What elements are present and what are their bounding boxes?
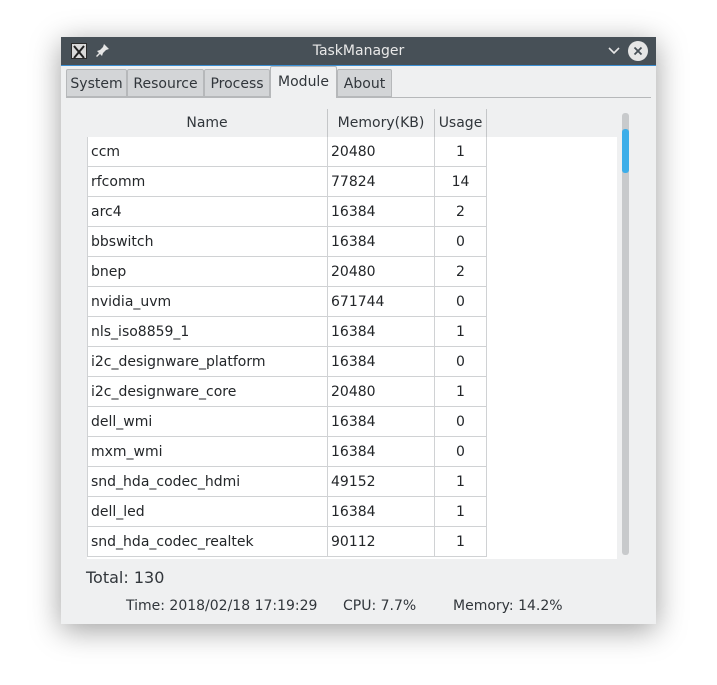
cell-memory: 16384 — [328, 347, 435, 377]
pin-icon[interactable] — [95, 42, 111, 58]
status-cpu: CPU: 7.7% — [343, 598, 417, 614]
cell-memory: 671744 — [328, 287, 435, 317]
cell-memory: 16384 — [328, 317, 435, 347]
cell-memory: 16384 — [328, 227, 435, 257]
cell-usage: 1 — [435, 527, 487, 557]
scrollbar-handle[interactable] — [622, 129, 629, 173]
cell-memory: 90112 — [328, 527, 435, 557]
cell-name: i2c_designware_core — [87, 377, 328, 407]
cell-name: dell_wmi — [87, 407, 328, 437]
cell-name: bbswitch — [87, 227, 328, 257]
cell-memory: 77824 — [328, 167, 435, 197]
module-table[interactable]: Name Memory(KB) Usage ccm 20480 1 rfcomm 778… — [87, 109, 617, 559]
cell-usage: 1 — [435, 137, 487, 167]
cell-name: ccm — [87, 137, 328, 167]
tab-module[interactable]: Module — [270, 66, 337, 98]
close-icon — [633, 46, 643, 56]
cell-name: nls_iso8859_1 — [87, 317, 328, 347]
tab-process[interactable]: Process — [204, 69, 270, 97]
cell-usage: 1 — [435, 317, 487, 347]
cell-usage: 0 — [435, 407, 487, 437]
app-icon[interactable] — [71, 43, 87, 59]
cell-name: nvidia_uvm — [87, 287, 328, 317]
total-count: Total: 130 — [86, 568, 165, 587]
vertical-scrollbar[interactable] — [622, 113, 629, 555]
cell-usage: 0 — [435, 227, 487, 257]
cell-memory: 20480 — [328, 257, 435, 287]
cell-name: i2c_designware_platform — [87, 347, 328, 377]
header-filler — [487, 109, 617, 137]
cell-memory: 20480 — [328, 137, 435, 167]
cell-name: snd_hda_codec_realtek — [87, 527, 328, 557]
task-manager-window: TaskManager System Resource Process Modu… — [61, 37, 656, 624]
cell-memory: 20480 — [328, 377, 435, 407]
cell-usage: 1 — [435, 497, 487, 527]
title-bar[interactable]: TaskManager — [61, 37, 656, 66]
cell-name: snd_hda_codec_hdmi — [87, 467, 328, 497]
tab-system[interactable]: System — [66, 69, 127, 97]
x-logo-icon — [73, 45, 85, 59]
window-title: TaskManager — [312, 43, 405, 59]
column-header-name[interactable]: Name — [87, 109, 328, 137]
tab-resource[interactable]: Resource — [127, 69, 204, 97]
cell-name: rfcomm — [87, 167, 328, 197]
status-time: Time: 2018/02/18 17:19:29 — [126, 598, 318, 614]
column-header-usage[interactable]: Usage — [435, 109, 487, 137]
cell-usage: 0 — [435, 347, 487, 377]
tab-about[interactable]: About — [337, 69, 392, 97]
cell-memory: 16384 — [328, 497, 435, 527]
cell-memory: 49152 — [328, 467, 435, 497]
close-button[interactable] — [628, 41, 648, 61]
cell-name: bnep — [87, 257, 328, 287]
minimize-chevron-icon[interactable] — [606, 43, 622, 59]
cell-usage: 2 — [435, 257, 487, 287]
cell-name: dell_led — [87, 497, 328, 527]
column-header-memory[interactable]: Memory(KB) — [328, 109, 435, 137]
cell-usage: 0 — [435, 437, 487, 467]
cell-memory: 16384 — [328, 437, 435, 467]
cell-usage: 0 — [435, 287, 487, 317]
cell-usage: 2 — [435, 197, 487, 227]
status-memory: Memory: 14.2% — [453, 598, 563, 614]
cell-usage: 1 — [435, 377, 487, 407]
cell-memory: 16384 — [328, 197, 435, 227]
cell-memory: 16384 — [328, 407, 435, 437]
cell-name: arc4 — [87, 197, 328, 227]
cell-name: mxm_wmi — [87, 437, 328, 467]
cell-usage: 1 — [435, 467, 487, 497]
cell-usage: 14 — [435, 167, 487, 197]
tab-panel-divider — [66, 97, 651, 98]
